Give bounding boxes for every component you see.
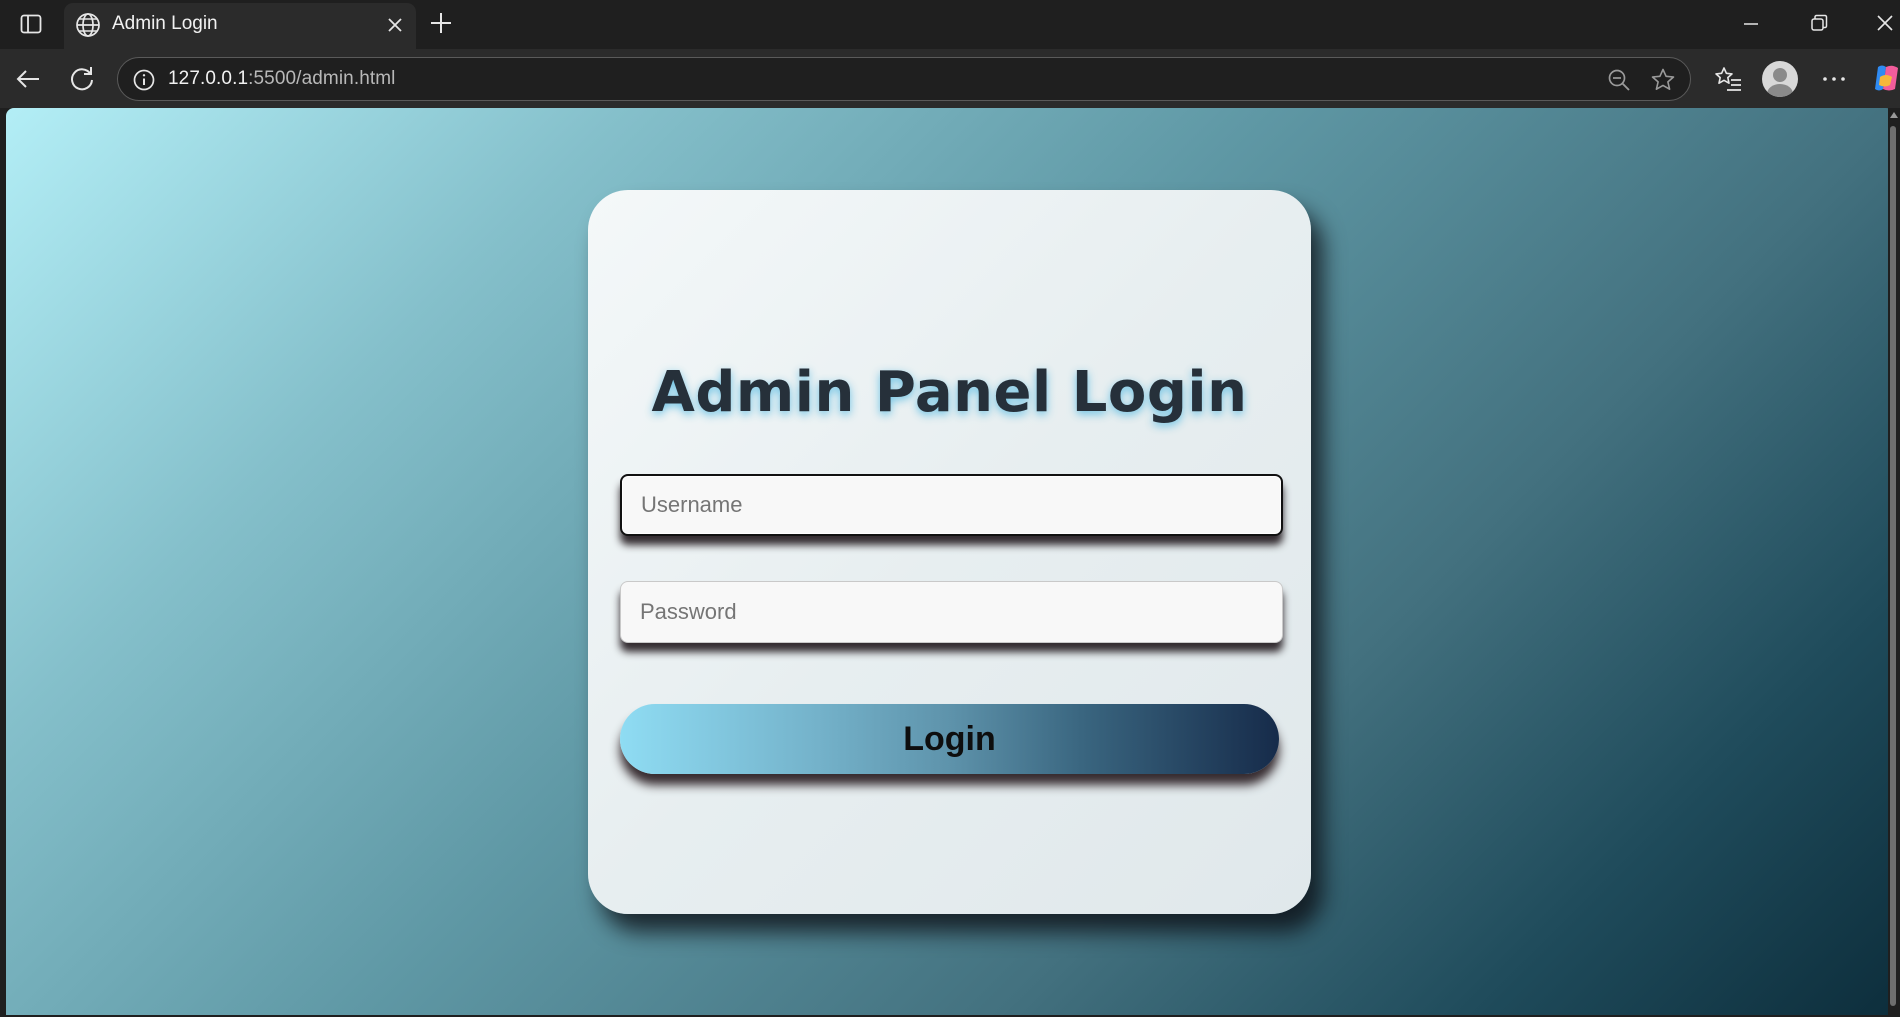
browser-tab-strip: Admin Login	[0, 0, 1900, 49]
scroll-thumb[interactable]	[1890, 126, 1896, 1006]
tab-title: Admin Login	[112, 13, 218, 34]
zoom-out-icon[interactable]	[1606, 67, 1632, 93]
more-icon[interactable]	[1818, 63, 1850, 95]
url-path: :5500/admin.html	[248, 68, 396, 89]
username-input[interactable]	[620, 474, 1283, 536]
refresh-icon[interactable]	[66, 63, 98, 95]
copilot-icon[interactable]	[1872, 63, 1900, 93]
login-button[interactable]: Login	[620, 704, 1279, 774]
info-icon[interactable]	[132, 68, 156, 92]
back-arrow-icon[interactable]	[12, 63, 44, 95]
new-tab-plus-icon[interactable]	[428, 10, 454, 36]
tab-actions-icon[interactable]	[14, 12, 48, 36]
address-bar[interactable]: 127.0.0.1:5500/admin.html	[117, 57, 1691, 101]
close-window-icon[interactable]	[1870, 10, 1900, 38]
password-input[interactable]	[620, 581, 1283, 643]
close-tab-icon[interactable]	[384, 14, 406, 36]
page-title: Admin Panel Login	[651, 360, 1248, 425]
url-host: 127.0.0.1	[168, 68, 249, 89]
globe-icon	[74, 11, 102, 39]
page-scrollbar[interactable]	[1888, 108, 1900, 1015]
page-viewport: Admin Panel Login Login	[6, 108, 1894, 1015]
browser-toolbar: 127.0.0.1:5500/admin.html	[0, 49, 1900, 108]
minimize-icon[interactable]	[1736, 10, 1766, 38]
scroll-up-arrow-icon[interactable]	[1890, 112, 1898, 118]
login-card: Admin Panel Login Login	[588, 190, 1311, 914]
url-text: 127.0.0.1:5500/admin.html	[168, 68, 396, 90]
favorites-icon[interactable]	[1712, 63, 1744, 95]
restore-icon[interactable]	[1804, 10, 1834, 38]
star-icon[interactable]	[1650, 67, 1676, 93]
profile-icon[interactable]	[1762, 61, 1798, 97]
browser-tab[interactable]: Admin Login	[64, 3, 416, 49]
